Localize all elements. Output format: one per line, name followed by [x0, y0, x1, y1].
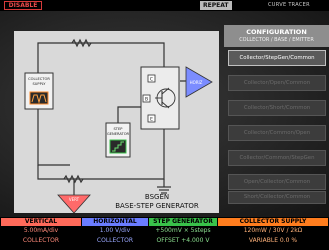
configuration-header: CONFIGURATION COLLECTOR / BASE / EMITTER [224, 25, 329, 47]
horiz-amplifier: HORIZ [185, 66, 213, 98]
vert-label: VERT [69, 197, 80, 202]
horiz-label: HORIZ [190, 80, 203, 85]
collector-supply-label-1: COLLECTOR [28, 77, 50, 81]
config-option-collector-open-common[interactable]: Collector/Open/Common [228, 75, 326, 91]
circuit-diagram: COLLECTOR SUPPLY STEP GENERATOR C B E HO… [14, 31, 219, 214]
config-option-open-collector-common[interactable]: Open/Collector/Common [228, 174, 326, 190]
repeat-indicator[interactable]: REPEAT [200, 1, 232, 10]
main-display: COLLECTOR SUPPLY STEP GENERATOR C B E HO… [0, 11, 329, 217]
collector-supply-label-2: SUPPLY [33, 82, 47, 86]
vertical-readout-source: COLLECTOR [22, 237, 60, 244]
config-option-short-collector-common[interactable]: Short/Collector/Common [228, 191, 326, 204]
step-generator-readout[interactable]: STEP GENERATOR +500mV × 5steps OFFSET +4… [149, 218, 217, 250]
collector-supply-box: COLLECTOR SUPPLY [24, 72, 54, 110]
step-generator-label-2: GENERATOR [107, 132, 130, 136]
step-generator-readout-title: STEP GENERATOR [149, 218, 217, 226]
configuration-subtitle: COLLECTOR / BASE / EMITTER [239, 37, 314, 43]
step-generator-readout-steps: +500mV × 5steps [155, 227, 211, 234]
diagram-title-line2: BASE-STEP GENERATOR [115, 202, 199, 210]
collector-supply-readout-settings: 120mW / 30V / 2kΩ [243, 227, 303, 234]
diagram-title-line1: BSGEN [145, 193, 169, 201]
terminal-b: B [145, 97, 148, 103]
top-resistor [71, 38, 92, 48]
config-option-collector-stepgen-common[interactable]: Collector/StepGen/Common [228, 50, 326, 66]
configuration-title: CONFIGURATION [246, 28, 307, 36]
terminal-e: E [150, 117, 153, 123]
config-option-collector-short-common[interactable]: Collector/Short/Common [228, 100, 326, 116]
config-option-collector-common-open[interactable]: Collector/Common/Open [228, 125, 326, 141]
step-generator-label-1: STEP [114, 127, 124, 131]
readout-bar: VERTICAL 5.00mA/div COLLECTOR HORIZONTAL… [0, 217, 329, 250]
transistor-block: C B E [140, 66, 180, 130]
circuit-schematic: COLLECTOR SUPPLY STEP GENERATOR C B E HO… [24, 38, 213, 214]
mode-label: CURVE TRACER [268, 2, 310, 8]
supply-lower-wire [37, 105, 70, 166]
top-bar: DISABLE REPEAT CURVE TRACER [0, 0, 329, 11]
vertical-readout-scale: 5.00mA/div [23, 227, 59, 234]
collector-supply-readout-variable: VARIABLE 0.0 % [248, 237, 298, 244]
horizontal-readout-source: COLLECTOR [96, 237, 134, 244]
vertical-readout[interactable]: VERTICAL 5.00mA/div COLLECTOR [1, 218, 81, 250]
disable-button[interactable]: DISABLE [4, 1, 42, 10]
step-generator-box: STEP GENERATOR [105, 122, 131, 158]
config-option-collector-common-stepgen[interactable]: Collector/Common/StepGen [228, 150, 326, 166]
collector-supply-readout[interactable]: COLLECTOR SUPPLY 120mW / 30V / 2kΩ VARIA… [218, 218, 328, 250]
vertical-readout-title: VERTICAL [1, 218, 81, 226]
horizontal-readout-title: HORIZONTAL [82, 218, 148, 226]
horizontal-readout[interactable]: HORIZONTAL 1.00 V/div COLLECTOR [82, 218, 148, 250]
configuration-list: Collector/StepGen/Common Collector/Open/… [228, 50, 326, 213]
collector-supply-readout-title: COLLECTOR SUPPLY [218, 218, 328, 226]
vert-amplifier: VERT [57, 194, 91, 214]
step-generator-readout-offset: OFFSET +4.000 V [156, 237, 210, 244]
base-wire [117, 106, 141, 123]
horizontal-readout-scale: 1.00 V/div [99, 227, 131, 234]
terminal-c: C [150, 77, 153, 83]
bottom-wire [37, 129, 165, 180]
